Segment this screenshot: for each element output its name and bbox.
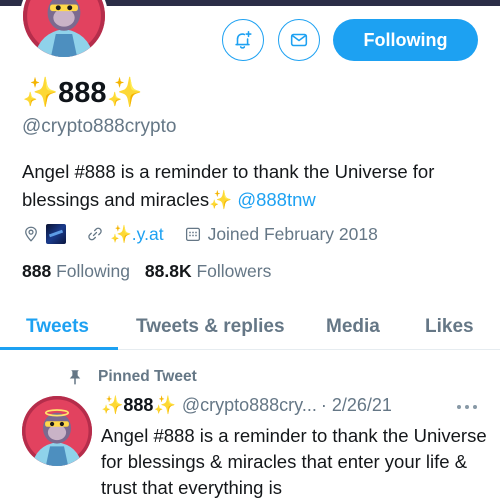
- profile-tabs: Tweets Tweets & replies Media Likes: [0, 304, 500, 350]
- following-label: Following: [56, 261, 131, 281]
- link-icon: [88, 227, 102, 241]
- link-item[interactable]: ✨.y.at: [86, 224, 164, 245]
- ape-avatar-image: [22, 396, 92, 466]
- profile-handle: @crypto888crypto: [22, 116, 177, 137]
- active-tab-indicator: [0, 347, 118, 350]
- follow-stats: 888 Following 88.8K Followers: [22, 261, 271, 282]
- notify-button[interactable]: [222, 19, 264, 61]
- tweet-date[interactable]: · 2/26/21: [321, 395, 392, 416]
- bio-mention-link[interactable]: @888tnw: [237, 189, 315, 210]
- tweet-avatar[interactable]: [22, 396, 92, 466]
- tweet-author-name[interactable]: ✨888✨: [101, 395, 176, 416]
- calendar-icon: [185, 227, 200, 242]
- profile-bio: Angel #888 is a reminder to thank the Un…: [22, 158, 482, 214]
- joined-date: Joined February 2018: [207, 223, 378, 244]
- followers-stat[interactable]: 88.8K Followers: [145, 261, 271, 281]
- profile-avatar[interactable]: [20, 0, 108, 60]
- following-button[interactable]: Following: [333, 19, 478, 61]
- location-image-icon: [46, 224, 66, 244]
- pin-icon: [69, 370, 81, 385]
- bio-text: Angel #888 is a reminder to thank the Un…: [22, 161, 435, 210]
- message-button[interactable]: [278, 19, 320, 61]
- location-pin-icon: [25, 226, 37, 242]
- ape-avatar-image: [23, 0, 105, 57]
- profile-meta: ✨.y.at Joined February 2018: [22, 222, 378, 246]
- profile-link[interactable]: ✨.y.at: [110, 224, 164, 245]
- followers-count: 88.8K: [144, 261, 192, 281]
- followers-label: Followers: [196, 261, 272, 281]
- profile-display-name: ✨888✨: [22, 77, 143, 109]
- tab-tweets[interactable]: Tweets: [26, 304, 89, 350]
- more-options-icon[interactable]: [456, 403, 478, 411]
- pinned-label-row: Pinned Tweet: [66, 368, 197, 386]
- tab-likes[interactable]: Likes: [425, 304, 474, 350]
- joined-item: Joined February 2018: [184, 224, 378, 245]
- tweet-body: Angel #888 is a reminder to thank the Un…: [101, 425, 487, 498]
- pinned-tweet-label: Pinned Tweet: [98, 368, 197, 385]
- following-count: 888: [22, 261, 52, 281]
- location-item: [22, 224, 66, 244]
- tab-tweets-replies[interactable]: Tweets & replies: [136, 304, 285, 350]
- tab-media[interactable]: Media: [326, 304, 380, 350]
- envelope-icon: [290, 33, 308, 47]
- tweet-author-handle[interactable]: @crypto888cry...: [182, 395, 317, 416]
- bell-plus-icon: [235, 30, 252, 49]
- following-stat[interactable]: 888 Following: [22, 261, 130, 281]
- tweet-header: ✨888✨ @crypto888cry... · 2/26/21: [101, 395, 486, 416]
